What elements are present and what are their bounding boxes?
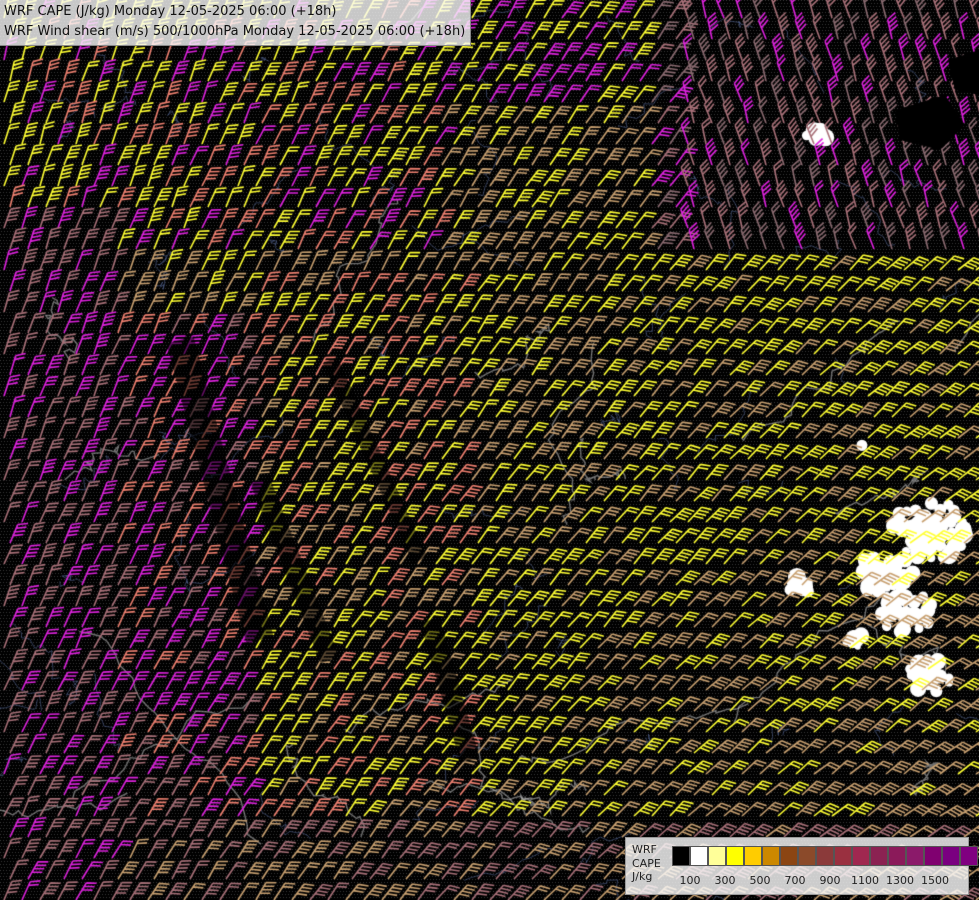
legend-swatch — [762, 846, 780, 866]
legend-tick: 900 — [819, 874, 841, 887]
legend-tick: 300 — [714, 874, 736, 887]
legend-tick: 500 — [749, 874, 771, 887]
legend-swatch — [960, 846, 978, 866]
legend-tick: 1100 — [851, 874, 879, 887]
legend-units-label: J/kg — [632, 870, 653, 883]
legend-tick: 1300 — [886, 874, 914, 887]
cape-legend: WRF CAPE J/kg 100 300 500 700 900 1100 1300 150… — [625, 837, 978, 895]
legend-swatch — [708, 846, 726, 866]
legend-tick: 1500 — [921, 874, 949, 887]
legend-swatch — [834, 846, 852, 866]
legend-swatch — [780, 846, 798, 866]
legend-swatch — [744, 846, 762, 866]
map-canvas — [0, 0, 979, 900]
legend-tick: 700 — [784, 874, 806, 887]
legend-swatch — [942, 846, 960, 866]
wind-shear-title: WRF Wind shear (m/s) 500/1000hPa Monday … — [4, 24, 466, 39]
legend-tick: 100 — [679, 874, 701, 887]
legend-labels: WRF CAPE J/kg — [632, 843, 661, 884]
legend-model-label: WRF — [632, 843, 657, 856]
legend-swatch — [870, 846, 888, 866]
map-title-box: WRF CAPE (J/kg) Monday 12-05-2025 06:00 … — [0, 0, 472, 46]
legend-field-label: CAPE — [632, 856, 661, 870]
legend-swatch — [906, 846, 924, 866]
legend-swatch — [690, 846, 708, 866]
legend-swatch — [924, 846, 942, 866]
legend-swatch — [726, 846, 744, 866]
legend-swatch — [888, 846, 906, 866]
legend-swatch — [852, 846, 870, 866]
legend-swatch — [798, 846, 816, 866]
legend-tick-labels: 100 300 500 700 900 1100 1300 1500 — [672, 874, 962, 888]
legend-swatch — [816, 846, 834, 866]
legend-swatch — [672, 846, 690, 866]
legend-color-scale — [672, 846, 978, 866]
cape-title: WRF CAPE (J/kg) Monday 12-05-2025 06:00 … — [4, 4, 337, 19]
